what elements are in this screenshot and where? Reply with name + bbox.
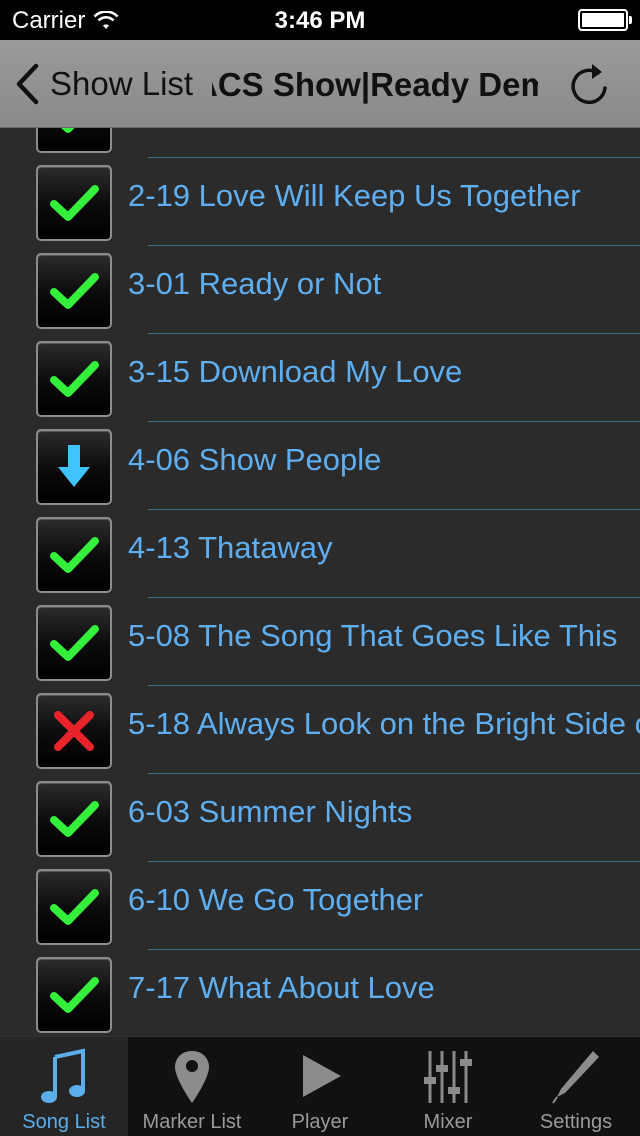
tab-player[interactable]: Player [256,1037,384,1136]
download-status-button[interactable] [36,341,112,417]
back-button-label: Show List [50,65,194,102]
download-status-button[interactable] [36,165,112,241]
download-status-button[interactable] [36,517,112,593]
song-list: 2-19 Love Will Keep Us Together 3-01 Read… [0,128,640,1036]
back-button[interactable]: Show List [14,62,193,106]
song-title: 5-08 The Song That Goes Like This [128,618,618,653]
song-row[interactable]: 3-15 Download My Love [0,334,640,422]
tab-mixer[interactable]: Mixer [384,1037,512,1136]
check-icon [50,361,99,397]
app-window: Carrier 3:46 PM Show List ACS Show|Ready… [0,0,640,1136]
status-time: 3:46 PM [274,7,366,34]
check-icon [50,537,99,573]
check-icon [50,185,99,221]
sliders-icon [424,1051,472,1103]
tab-label: Marker List [142,1111,242,1133]
song-title: 5-18 Always Look on the Bright Side of L… [128,706,640,741]
download-status-button[interactable] [36,253,112,329]
status-bar: Carrier 3:46 PM [0,0,640,40]
refresh-icon [571,64,607,105]
refresh-button[interactable] [568,60,612,108]
song-row[interactable]: 3-01 Ready or Not [0,246,640,334]
song-row[interactable] [0,128,640,158]
check-icon [50,273,99,309]
chevron-left-icon [16,63,39,105]
download-status-button[interactable] [36,128,112,153]
song-row[interactable]: 4-06 Show People [0,422,640,510]
error-x-icon [54,711,94,751]
song-title: 6-03 Summer Nights [128,794,413,829]
song-title: 6-10 We Go Together [128,882,424,917]
download-status-button[interactable] [36,605,112,681]
battery-icon [578,9,632,31]
tab-label: Player [291,1111,349,1133]
song-title: 2-19 Love Will Keep Us Together [128,178,581,213]
check-icon [50,801,99,837]
map-pin-icon [175,1051,209,1103]
song-title: 3-01 Ready or Not [128,266,382,301]
play-icon [303,1055,341,1097]
song-title: 4-13 Thataway [128,530,333,565]
download-status-button[interactable] [36,429,112,505]
download-status-button[interactable] [36,693,112,769]
song-row[interactable]: 2-19 Love Will Keep Us Together [0,158,640,246]
tab-song-list[interactable]: Song List [0,1037,128,1136]
song-row[interactable]: 4-13 Thataway [0,510,640,598]
song-title: 7-17 What About Love [128,970,435,1005]
tab-label: Song List [22,1111,106,1133]
tab-label: Mixer [423,1111,473,1133]
music-note-icon [41,1048,85,1103]
nav-title-text: ACS Show|Ready Demo [212,66,538,103]
check-icon [50,977,99,1013]
tab-bar: Song List Marker List Player Mixer Setti… [0,1036,640,1136]
song-title: 4-06 Show People [128,442,382,477]
pencil-icon [552,1051,599,1104]
song-title: 3-15 Download My Love [128,354,463,389]
song-row[interactable]: 5-18 Always Look on the Bright Side of L… [0,686,640,774]
download-status-button[interactable] [36,869,112,945]
song-row[interactable]: 6-03 Summer Nights [0,774,640,862]
song-row[interactable]: 6-10 We Go Together [0,862,640,950]
download-status-button[interactable] [36,957,112,1033]
song-row[interactable]: 7-17 What About Love [0,950,640,1036]
download-status-button[interactable] [36,781,112,857]
check-icon [50,625,99,661]
tab-marker-list[interactable]: Marker List [128,1037,256,1136]
navigation-bar: Show List ACS Show|Ready Demo [0,40,640,128]
check-icon [61,128,75,133]
check-icon [50,889,99,925]
tab-settings[interactable]: Settings [512,1037,640,1136]
nav-title: ACS Show|Ready Demo [212,64,538,108]
song-row[interactable]: 5-08 The Song That Goes Like This [0,598,640,686]
tab-label: Settings [539,1111,613,1133]
download-arrow-icon [58,445,90,487]
